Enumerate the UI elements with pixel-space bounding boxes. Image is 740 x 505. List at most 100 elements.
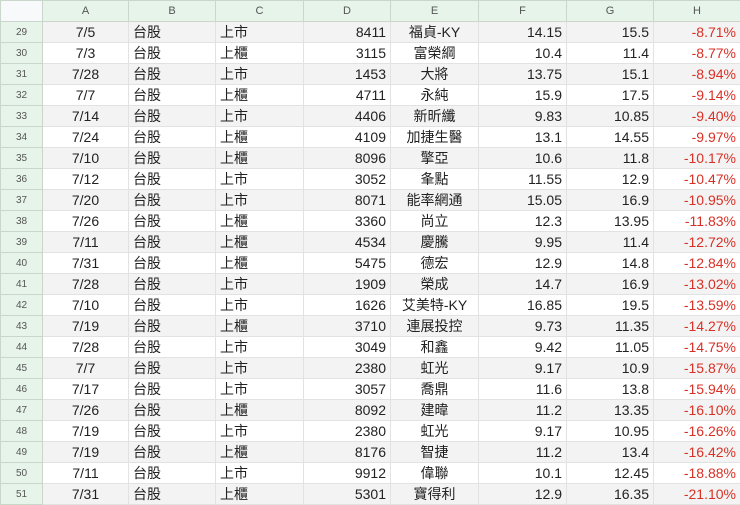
cell-h[interactable]: -11.83%: [654, 211, 740, 232]
cell-c[interactable]: 上櫃: [216, 316, 304, 337]
cell-f[interactable]: 15.9: [479, 85, 567, 106]
cell-d[interactable]: 8176: [304, 442, 391, 463]
cell-g[interactable]: 11.4: [567, 232, 654, 253]
cell-h[interactable]: -9.14%: [654, 85, 740, 106]
column-header-b[interactable]: B: [129, 1, 216, 22]
cell-c[interactable]: 上市: [216, 358, 304, 379]
cell-f[interactable]: 10.6: [479, 148, 567, 169]
cell-g[interactable]: 14.8: [567, 253, 654, 274]
cell-b[interactable]: 台股: [129, 43, 216, 64]
cell-d[interactable]: 8411: [304, 22, 391, 43]
cell-h[interactable]: -10.17%: [654, 148, 740, 169]
cell-h[interactable]: -21.10%: [654, 484, 740, 505]
cell-a[interactable]: 7/12: [43, 169, 129, 190]
cell-c[interactable]: 上櫃: [216, 148, 304, 169]
cell-h[interactable]: -15.94%: [654, 379, 740, 400]
cell-d[interactable]: 3115: [304, 43, 391, 64]
cell-f[interactable]: 11.6: [479, 379, 567, 400]
cell-e[interactable]: 艾美特-KY: [391, 295, 479, 316]
cell-b[interactable]: 台股: [129, 190, 216, 211]
row-header[interactable]: 29: [1, 22, 43, 43]
cell-a[interactable]: 7/5: [43, 22, 129, 43]
cell-a[interactable]: 7/7: [43, 358, 129, 379]
cell-d[interactable]: 8071: [304, 190, 391, 211]
cell-a[interactable]: 7/28: [43, 64, 129, 85]
cell-b[interactable]: 台股: [129, 64, 216, 85]
cell-h[interactable]: -9.40%: [654, 106, 740, 127]
cell-a[interactable]: 7/11: [43, 463, 129, 484]
cell-g[interactable]: 10.85: [567, 106, 654, 127]
cell-e[interactable]: 永純: [391, 85, 479, 106]
row-header[interactable]: 51: [1, 484, 43, 505]
cell-d[interactable]: 3052: [304, 169, 391, 190]
row-header[interactable]: 33: [1, 106, 43, 127]
cell-b[interactable]: 台股: [129, 148, 216, 169]
cell-d[interactable]: 4109: [304, 127, 391, 148]
cell-f[interactable]: 11.2: [479, 400, 567, 421]
cell-e[interactable]: 連展投控: [391, 316, 479, 337]
cell-d[interactable]: 8092: [304, 400, 391, 421]
cell-f[interactable]: 9.83: [479, 106, 567, 127]
cell-g[interactable]: 16.35: [567, 484, 654, 505]
cell-c[interactable]: 上市: [216, 169, 304, 190]
cell-f[interactable]: 10.1: [479, 463, 567, 484]
row-header[interactable]: 36: [1, 169, 43, 190]
cell-a[interactable]: 7/26: [43, 400, 129, 421]
cell-d[interactable]: 1453: [304, 64, 391, 85]
cell-h[interactable]: -16.26%: [654, 421, 740, 442]
cell-d[interactable]: 5301: [304, 484, 391, 505]
cell-b[interactable]: 台股: [129, 316, 216, 337]
row-header[interactable]: 30: [1, 43, 43, 64]
cell-e[interactable]: 大將: [391, 64, 479, 85]
cell-f[interactable]: 9.17: [479, 358, 567, 379]
cell-h[interactable]: -8.71%: [654, 22, 740, 43]
row-header[interactable]: 34: [1, 127, 43, 148]
cell-c[interactable]: 上櫃: [216, 484, 304, 505]
row-header[interactable]: 50: [1, 463, 43, 484]
cell-b[interactable]: 台股: [129, 253, 216, 274]
cell-b[interactable]: 台股: [129, 106, 216, 127]
row-header[interactable]: 48: [1, 421, 43, 442]
cell-a[interactable]: 7/19: [43, 421, 129, 442]
cell-c[interactable]: 上櫃: [216, 43, 304, 64]
cell-c[interactable]: 上櫃: [216, 232, 304, 253]
cell-f[interactable]: 9.17: [479, 421, 567, 442]
cell-h[interactable]: -18.88%: [654, 463, 740, 484]
row-header[interactable]: 35: [1, 148, 43, 169]
row-header[interactable]: 32: [1, 85, 43, 106]
cell-b[interactable]: 台股: [129, 400, 216, 421]
cell-b[interactable]: 台股: [129, 463, 216, 484]
cell-h[interactable]: -8.77%: [654, 43, 740, 64]
cell-e[interactable]: 尚立: [391, 211, 479, 232]
cell-c[interactable]: 上櫃: [216, 400, 304, 421]
cell-e[interactable]: 偉聯: [391, 463, 479, 484]
cell-f[interactable]: 11.55: [479, 169, 567, 190]
cell-a[interactable]: 7/19: [43, 442, 129, 463]
cell-d[interactable]: 3360: [304, 211, 391, 232]
cell-a[interactable]: 7/10: [43, 148, 129, 169]
cell-a[interactable]: 7/31: [43, 253, 129, 274]
cell-g[interactable]: 13.4: [567, 442, 654, 463]
cell-c[interactable]: 上櫃: [216, 253, 304, 274]
cell-a[interactable]: 7/28: [43, 337, 129, 358]
cell-e[interactable]: 能率網通: [391, 190, 479, 211]
cell-e[interactable]: 新昕纖: [391, 106, 479, 127]
cell-g[interactable]: 11.35: [567, 316, 654, 337]
cell-b[interactable]: 台股: [129, 274, 216, 295]
cell-e[interactable]: 寶得利: [391, 484, 479, 505]
cell-b[interactable]: 台股: [129, 85, 216, 106]
cell-d[interactable]: 4534: [304, 232, 391, 253]
cell-h[interactable]: -15.87%: [654, 358, 740, 379]
cell-g[interactable]: 13.95: [567, 211, 654, 232]
cell-d[interactable]: 3049: [304, 337, 391, 358]
cell-c[interactable]: 上市: [216, 190, 304, 211]
cell-b[interactable]: 台股: [129, 442, 216, 463]
cell-f[interactable]: 9.95: [479, 232, 567, 253]
cell-d[interactable]: 5475: [304, 253, 391, 274]
cell-f[interactable]: 12.9: [479, 253, 567, 274]
row-header[interactable]: 46: [1, 379, 43, 400]
cell-h[interactable]: -13.59%: [654, 295, 740, 316]
cell-b[interactable]: 台股: [129, 232, 216, 253]
column-header-h[interactable]: H: [654, 1, 740, 22]
cell-e[interactable]: 福貞-KY: [391, 22, 479, 43]
